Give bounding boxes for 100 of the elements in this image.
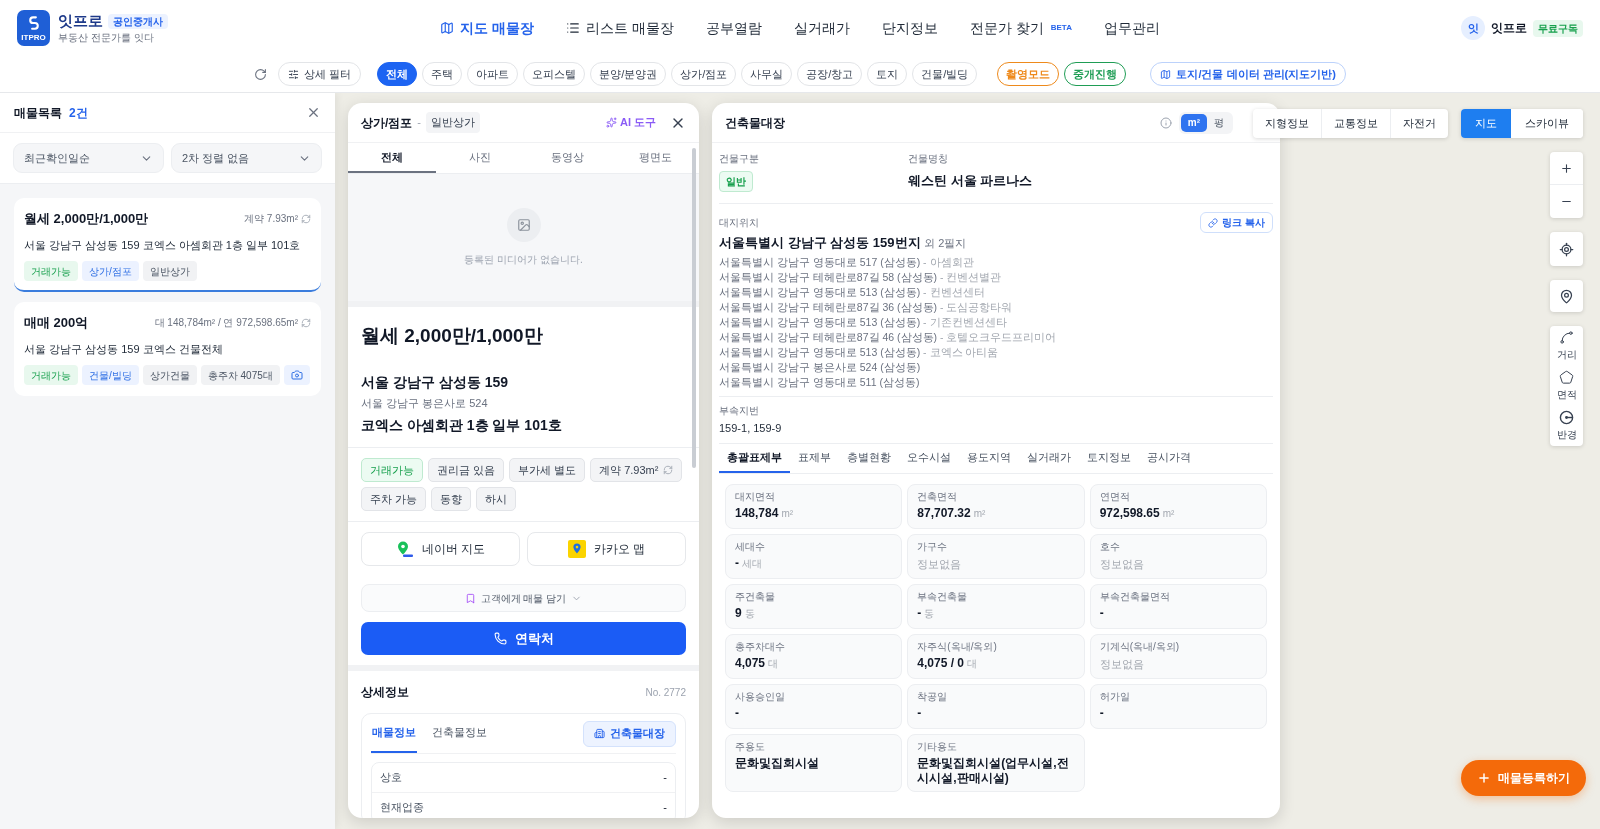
- category-chip[interactable]: 건물/빌딩: [912, 62, 978, 86]
- card-label: 연면적: [1099, 489, 1131, 503]
- card-value: 정보없음: [1099, 556, 1145, 572]
- register-tab[interactable]: 총괄표제부: [719, 443, 790, 473]
- phone-icon: [493, 632, 507, 645]
- nav-tab[interactable]: 지도 매물장: [440, 17, 534, 39]
- card-value: -: [917, 605, 922, 621]
- card-unit: m²: [781, 506, 794, 521]
- card-label: 부속건축물면적: [1099, 589, 1171, 603]
- info-tag: 상가건물: [142, 365, 197, 385]
- details-tab[interactable]: 매물정보: [371, 714, 417, 753]
- building-register-button[interactable]: 건축물대장: [583, 720, 676, 747]
- category-chip[interactable]: 전체: [377, 62, 418, 86]
- nav-tab[interactable]: 리스트 매물장: [565, 17, 674, 39]
- user-avatar[interactable]: 잇: [1461, 16, 1485, 40]
- map-view-tab[interactable]: 지도: [1461, 109, 1511, 138]
- locate-button[interactable]: [1550, 232, 1583, 266]
- unit-option[interactable]: m²: [1180, 113, 1207, 132]
- close-icon[interactable]: [306, 105, 321, 120]
- panel-title: 건축물대장: [725, 114, 785, 132]
- category-tag: 상가/점포: [82, 261, 139, 281]
- category-title: 상가/점포: [361, 114, 413, 132]
- field-label: 건물명칭: [908, 152, 948, 166]
- register-tab[interactable]: 층별현황: [839, 443, 899, 473]
- category-chip[interactable]: 오피스텔: [523, 62, 586, 86]
- nav-tab[interactable]: 업무관리: [1103, 17, 1160, 39]
- map-view-tab[interactable]: 스카이뷰: [1511, 109, 1583, 138]
- nav-tab[interactable]: 단지정보: [881, 17, 938, 39]
- measure-tool-button[interactable]: 거리: [1550, 326, 1583, 366]
- card-value: -: [1099, 605, 1104, 621]
- category-tag: 건물/빌딩: [82, 365, 139, 385]
- info-tag: 총주차 4075대: [200, 365, 280, 385]
- detail-price: 월세 2,000만/1,000만: [361, 324, 544, 348]
- map-icon: [1160, 68, 1172, 80]
- layer-button[interactable]: 교통정보: [1322, 109, 1391, 138]
- listing-card[interactable]: 매매 200억 대 148,784m² / 연 972,598.65m² 서울 강남구 삼성동 159 코엑스 건물전체 거래가능 건물/빌딩 상가건물 총주차 4075대: [14, 302, 321, 396]
- map-link-button[interactable]: 카카오 맵: [527, 532, 686, 566]
- category-chip[interactable]: 토지: [867, 62, 908, 86]
- details-tab[interactable]: 건축물정보: [431, 714, 488, 753]
- nav-tab[interactable]: 공부열람: [705, 17, 762, 39]
- refresh-icon[interactable]: [254, 67, 268, 81]
- layer-button[interactable]: 자전거: [1391, 109, 1448, 138]
- user-name[interactable]: 잇프로: [1491, 19, 1527, 37]
- sort-select[interactable]: 2차 정렬 없음: [171, 143, 322, 173]
- measure-tool-button[interactable]: 면적: [1550, 366, 1583, 406]
- save-to-client-button[interactable]: 고객에게 매물 담기: [361, 584, 686, 612]
- plus-icon: [1477, 771, 1491, 785]
- register-tab[interactable]: 표제부: [790, 443, 839, 473]
- media-tab[interactable]: 사진: [435, 143, 524, 173]
- listing-card[interactable]: 월세 2,000만/1,000만 계약 7.93m² 서울 강남구 삼성동 159 코엑스 아셈회관 1층 일부 101호 거래가능 상가/점포 일반상가: [14, 198, 321, 292]
- row-value: -: [663, 770, 667, 786]
- road-address: 서울특별시 강남구 테헤란로87길 36 (삼성동) - 도심공항타워: [719, 300, 1014, 315]
- register-tab[interactable]: 공시가격: [1139, 443, 1199, 473]
- card-value: 문화및집회시설: [735, 755, 819, 771]
- layer-button[interactable]: 지형정보: [1253, 109, 1322, 138]
- area-tag[interactable]: 계약 7.93m²: [590, 458, 683, 482]
- card-unit: 대: [967, 656, 978, 671]
- card-label: 주용도: [735, 739, 766, 753]
- card-label: 자주식(옥내/옥외): [917, 639, 998, 653]
- card-label: 가구수: [917, 539, 949, 553]
- category-chip[interactable]: 아파트: [467, 62, 519, 86]
- field-label: 부속지번: [719, 404, 760, 418]
- register-tab[interactable]: 오수시설: [899, 443, 959, 473]
- measure-tool-button[interactable]: 반경: [1550, 406, 1583, 446]
- category-chip[interactable]: 공장/창고: [797, 62, 863, 86]
- copy-link-button[interactable]: 링크 복사: [1200, 212, 1273, 233]
- card-label: 주건축물: [735, 589, 776, 603]
- media-tab[interactable]: 평면도: [611, 143, 699, 173]
- register-tab[interactable]: 토지정보: [1079, 443, 1139, 473]
- contact-button[interactable]: 연락처: [361, 622, 686, 655]
- register-tab[interactable]: 용도지역: [959, 443, 1019, 473]
- mode-chip[interactable]: 중개진행: [1064, 62, 1127, 86]
- map-link-button[interactable]: 네이버 지도: [361, 532, 520, 566]
- category-chip[interactable]: 상가/점포: [671, 62, 737, 86]
- media-tab[interactable]: 동영상: [523, 143, 612, 173]
- data-management-button[interactable]: 토지/건물 데이터 관리(지도기반): [1150, 62, 1346, 86]
- map-placeholder[interactable]: [335, 93, 1600, 829]
- category-chip[interactable]: 분양/분양권: [590, 62, 667, 86]
- field-label: 대지위치: [719, 216, 759, 230]
- plus-icon: [1560, 161, 1573, 175]
- unit-option[interactable]: 평: [1207, 113, 1231, 132]
- row-value: -: [663, 800, 667, 816]
- detail-filter-button[interactable]: 상세 필터: [278, 62, 362, 86]
- register-tab[interactable]: 실거래가: [1019, 443, 1079, 473]
- nav-tab[interactable]: 전문가 찾기 BETA: [969, 17, 1072, 39]
- feature-tag: 동향: [431, 487, 472, 511]
- card-label: 건축면적: [917, 489, 959, 503]
- brand-name: 잇프로: [58, 12, 103, 30]
- logo-mark-icon: [27, 14, 40, 32]
- sort-select[interactable]: 최근확인일순: [13, 143, 164, 173]
- building-icon: [594, 728, 605, 739]
- category-chip[interactable]: 사무실: [741, 62, 793, 86]
- listing-count: 2건: [69, 104, 88, 122]
- pin-button[interactable]: [1550, 280, 1583, 312]
- ai-tool-button[interactable]: AI 도구: [605, 114, 656, 131]
- nav-tab[interactable]: 실거래가: [793, 17, 850, 39]
- tagline: 부동산 전문가를 잇다: [58, 32, 155, 44]
- category-chip[interactable]: 주택: [422, 62, 463, 86]
- logo[interactable]: ITPRO: [17, 10, 50, 46]
- scrollbar-thumb[interactable]: [692, 148, 696, 468]
